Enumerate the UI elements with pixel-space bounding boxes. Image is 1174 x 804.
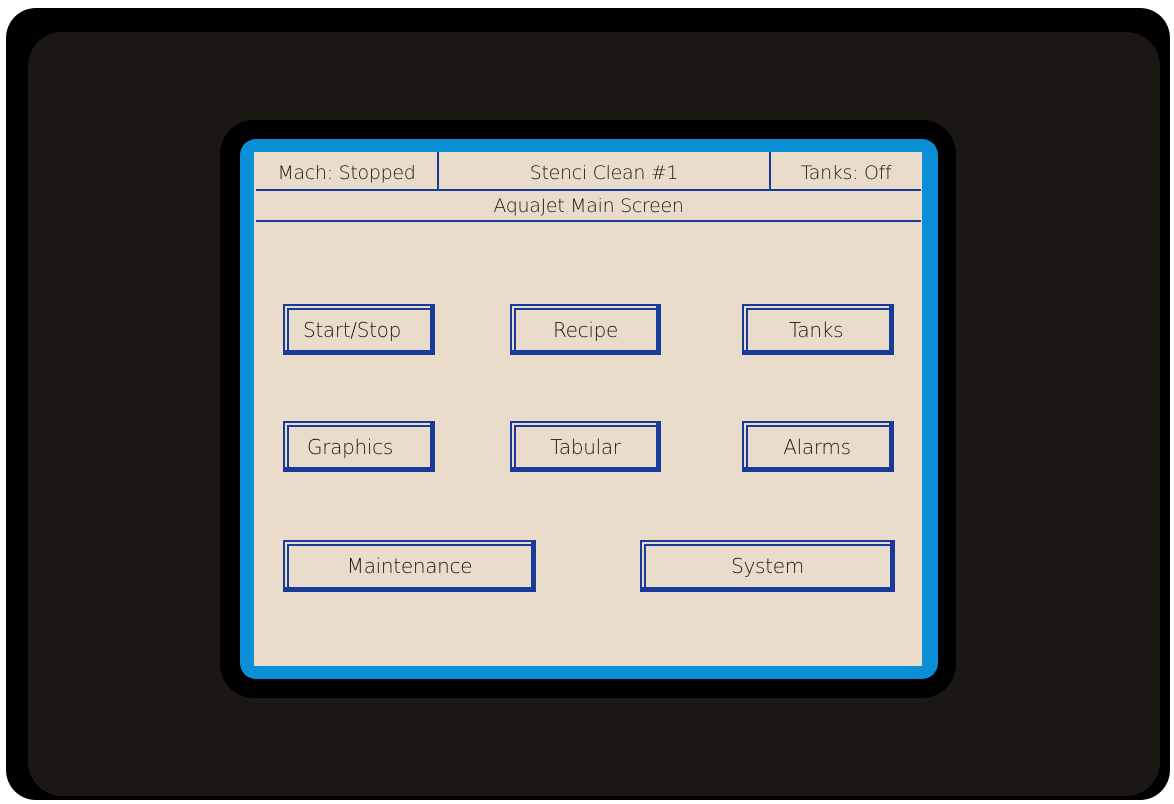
screen-title: AquaJet Main Screen — [256, 191, 921, 222]
machine-status: Mach: Stopped — [256, 152, 439, 189]
alarms-label: Alarms — [783, 434, 851, 459]
system-button[interactable]: System — [640, 540, 895, 592]
recipe-label: Recipe — [552, 317, 619, 342]
start-stop-button[interactable]: Start/Stop — [283, 304, 435, 355]
start-stop-label: Start/Stop — [302, 317, 402, 342]
tanks-button[interactable]: Tanks — [742, 304, 894, 355]
graphics-button[interactable]: Graphics — [283, 421, 435, 472]
maintenance-label: Maintenance — [346, 554, 473, 578]
current-recipe: Stenci Clean #1 — [439, 152, 771, 189]
tabular-label: Tabular — [550, 434, 621, 459]
alarms-button[interactable]: Alarms — [742, 421, 894, 472]
status-bar: Mach: Stopped Stenci Clean #1 Tanks: Off — [256, 152, 921, 191]
maintenance-button[interactable]: Maintenance — [283, 540, 536, 592]
tanks-label: Tanks — [788, 317, 844, 342]
system-label: System — [731, 554, 804, 578]
graphics-label: Graphics — [307, 434, 393, 459]
tanks-status: Tanks: Off — [800, 162, 892, 184]
recipe-button[interactable]: Recipe — [510, 304, 661, 355]
tabular-button[interactable]: Tabular — [510, 421, 661, 472]
